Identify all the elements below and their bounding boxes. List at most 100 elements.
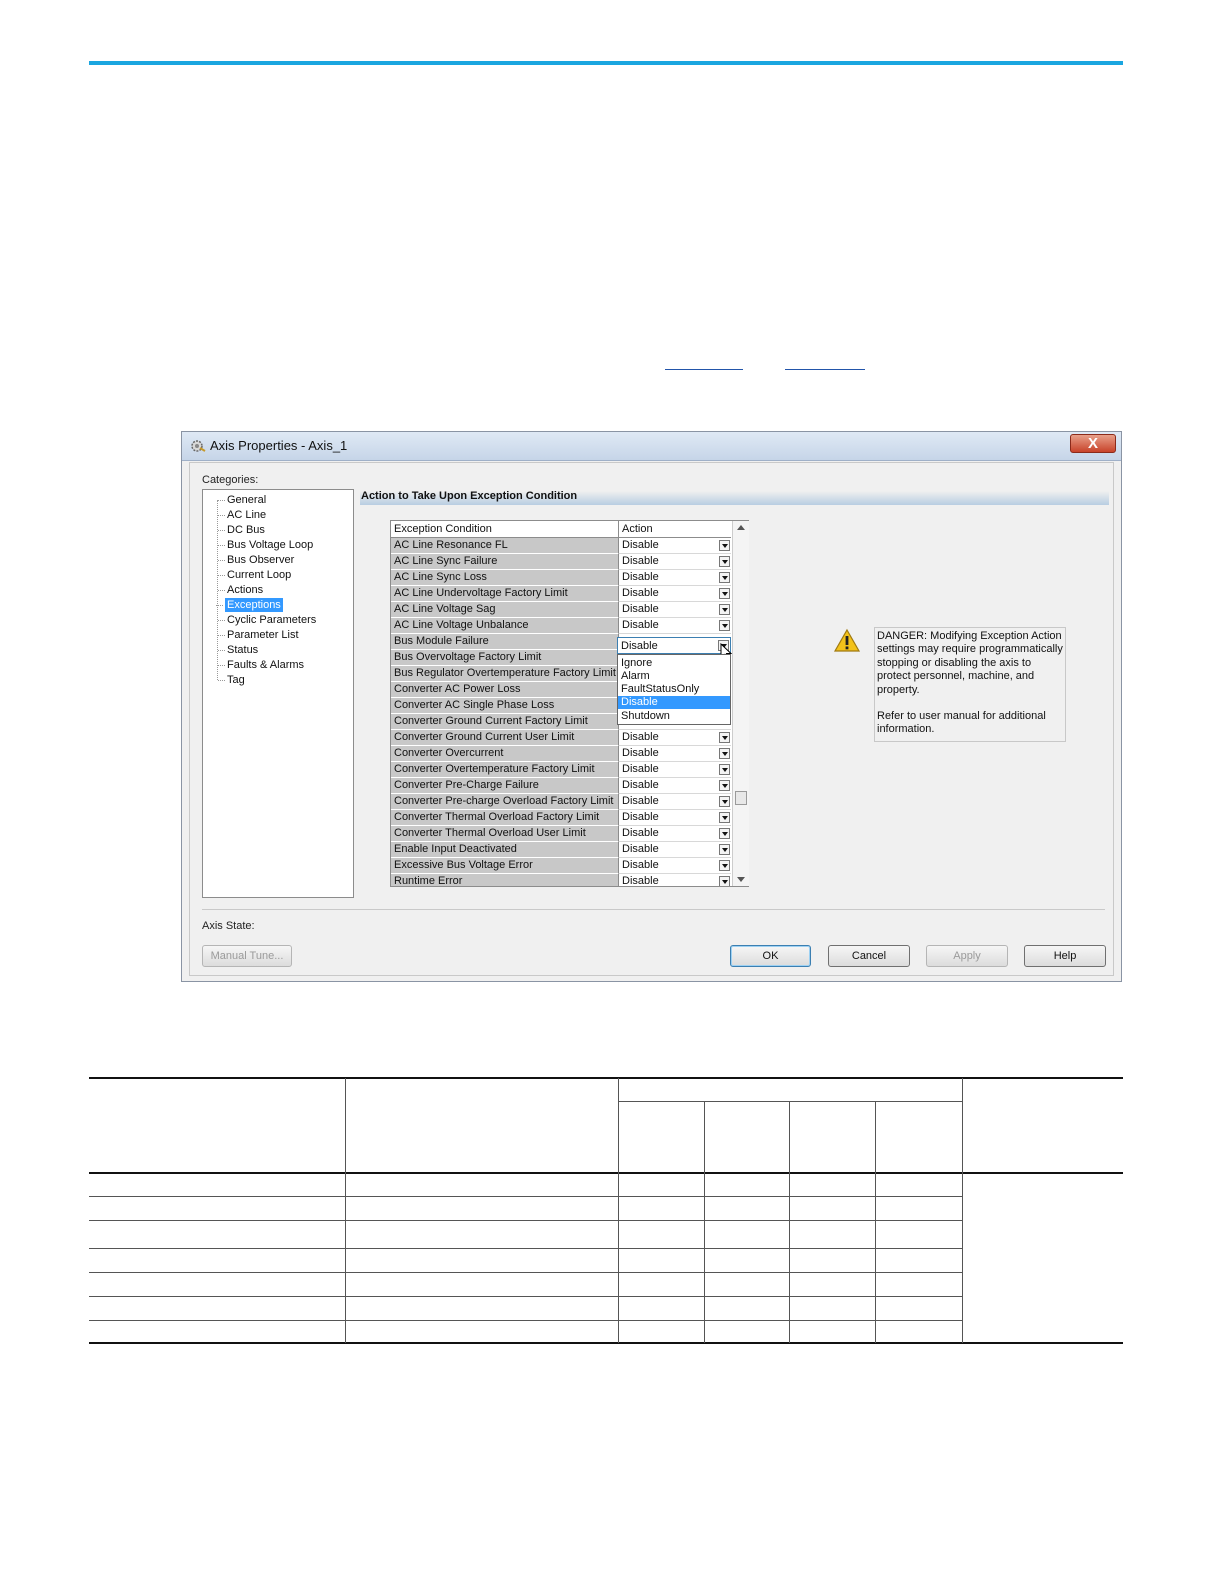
table-row-line bbox=[89, 1296, 962, 1297]
chevron-down-icon[interactable] bbox=[719, 588, 730, 599]
chevron-down-icon[interactable] bbox=[719, 780, 730, 791]
apply-button[interactable]: Apply bbox=[926, 945, 1008, 967]
table-row[interactable]: AC Line Sync Failure Disable bbox=[391, 554, 731, 570]
action-combo[interactable]: Disable bbox=[618, 538, 731, 554]
scroll-down-icon[interactable] bbox=[737, 877, 745, 882]
warning-icon bbox=[833, 628, 861, 652]
title-bar[interactable]: Axis Properties - Axis_1 X bbox=[182, 432, 1121, 461]
categories-tree[interactable]: General AC Line DC Bus Bus Voltage Loop … bbox=[202, 489, 354, 898]
action-combo[interactable]: Disable bbox=[618, 586, 731, 602]
table-row[interactable]: AC Line Voltage Sag Disable bbox=[391, 602, 731, 618]
table-row[interactable]: Runtime Error Disable bbox=[391, 874, 731, 886]
action-combo[interactable]: Disable bbox=[618, 618, 731, 634]
chevron-down-icon[interactable] bbox=[719, 748, 730, 759]
scroll-up-icon[interactable] bbox=[737, 525, 745, 530]
tree-item-cyclic-parameters[interactable]: Cyclic Parameters bbox=[217, 613, 316, 627]
condition-cell: Enable Input Deactivated bbox=[391, 842, 618, 858]
action-combo[interactable]: Disable bbox=[618, 778, 731, 794]
action-combo[interactable]: Disable bbox=[618, 554, 731, 570]
condition-cell: Bus Module Failure bbox=[391, 634, 618, 650]
table-row[interactable]: Converter Thermal Overload User Limit Di… bbox=[391, 826, 731, 842]
tree-item-general[interactable]: General bbox=[217, 493, 266, 507]
tree-item-bus-observer[interactable]: Bus Observer bbox=[217, 553, 294, 567]
action-value: Disable bbox=[622, 779, 659, 791]
table-row[interactable]: Converter Ground Current User Limit Disa… bbox=[391, 730, 731, 746]
action-value: Disable bbox=[622, 827, 659, 839]
table-row[interactable]: Excessive Bus Voltage Error Disable bbox=[391, 858, 731, 874]
ok-button[interactable]: OK bbox=[730, 945, 811, 967]
help-button[interactable]: Help bbox=[1024, 945, 1106, 967]
table-row[interactable]: Converter Overtemperature Factory Limit … bbox=[391, 762, 731, 778]
link-underline-2[interactable] bbox=[785, 369, 865, 370]
action-value: Disable bbox=[622, 811, 659, 823]
action-dropdown-list[interactable]: Ignore Alarm FaultStatusOnly Disable Shu… bbox=[617, 654, 731, 725]
option-shutdown[interactable]: Shutdown bbox=[618, 710, 730, 723]
tree-item-tag[interactable]: Tag bbox=[218, 673, 245, 687]
chevron-down-icon[interactable] bbox=[719, 540, 730, 551]
table-row[interactable]: AC Line Voltage Unbalance Disable bbox=[391, 618, 731, 634]
action-combo[interactable]: Disable bbox=[618, 730, 731, 746]
cancel-button[interactable]: Cancel bbox=[828, 945, 910, 967]
table-row-line bbox=[89, 1220, 962, 1221]
chevron-down-icon[interactable] bbox=[719, 828, 730, 839]
table-row[interactable]: AC Line Resonance FL Disable bbox=[391, 538, 731, 554]
action-value: Disable bbox=[622, 571, 659, 583]
chevron-down-icon[interactable] bbox=[719, 876, 730, 886]
categories-label: Categories: bbox=[202, 474, 259, 486]
chevron-down-icon[interactable] bbox=[719, 860, 730, 871]
tree-item-faults-alarms[interactable]: Faults & Alarms bbox=[217, 658, 304, 672]
action-combo[interactable]: Disable bbox=[618, 826, 731, 842]
table-row[interactable]: AC Line Undervoltage Factory Limit Disab… bbox=[391, 586, 731, 602]
chevron-down-icon[interactable] bbox=[719, 796, 730, 807]
chevron-down-icon[interactable] bbox=[719, 732, 730, 743]
table-row[interactable]: Converter Thermal Overload Factory Limit… bbox=[391, 810, 731, 826]
chevron-down-icon[interactable] bbox=[719, 620, 730, 631]
tree-item-actions[interactable]: Actions bbox=[217, 583, 263, 597]
action-combo[interactable]: Disable bbox=[618, 874, 731, 886]
table-col-line bbox=[704, 1101, 705, 1343]
action-combo[interactable]: Disable bbox=[618, 602, 731, 618]
open-action-combo[interactable]: Disable bbox=[617, 637, 731, 654]
chevron-down-icon[interactable] bbox=[719, 604, 730, 615]
table-row[interactable]: AC Line Sync Loss Disable bbox=[391, 570, 731, 586]
action-combo[interactable]: Disable bbox=[618, 858, 731, 874]
action-combo[interactable]: Disable bbox=[618, 794, 731, 810]
axis-state-label: Axis State: bbox=[202, 920, 255, 932]
table-row[interactable]: Converter Pre-Charge Failure Disable bbox=[391, 778, 731, 794]
action-combo[interactable]: Disable bbox=[618, 810, 731, 826]
chevron-down-icon[interactable] bbox=[719, 764, 730, 775]
column-header-action[interactable]: Action bbox=[618, 521, 731, 538]
close-button[interactable]: X bbox=[1070, 434, 1116, 453]
link-underline-1[interactable] bbox=[665, 369, 743, 370]
option-disable[interactable]: Disable bbox=[618, 696, 730, 709]
action-value: Disable bbox=[622, 763, 659, 775]
condition-cell: Converter Pre-charge Overload Factory Li… bbox=[391, 794, 618, 810]
chevron-down-icon[interactable] bbox=[719, 572, 730, 583]
chevron-down-icon[interactable] bbox=[719, 844, 730, 855]
table-row-line bbox=[89, 1196, 962, 1197]
tree-item-ac-line[interactable]: AC Line bbox=[217, 508, 266, 522]
tree-item-exceptions[interactable]: Exceptions bbox=[216, 598, 283, 612]
table-row[interactable]: Converter Overcurrent Disable bbox=[391, 746, 731, 762]
action-combo[interactable]: Disable bbox=[618, 746, 731, 762]
chevron-down-icon[interactable] bbox=[719, 812, 730, 823]
manual-tune-button[interactable]: Manual Tune... bbox=[202, 945, 292, 967]
action-combo[interactable]: Disable bbox=[618, 570, 731, 586]
column-header-condition[interactable]: Exception Condition bbox=[391, 521, 618, 538]
tree-item-dc-bus[interactable]: DC Bus bbox=[218, 523, 265, 537]
tree-item-parameter-list[interactable]: Parameter List bbox=[218, 628, 299, 642]
table-row[interactable]: Enable Input Deactivated Disable bbox=[391, 842, 731, 858]
tree-item-bus-voltage-loop[interactable]: Bus Voltage Loop bbox=[217, 538, 313, 552]
grid-scrollbar[interactable] bbox=[732, 521, 749, 886]
tree-item-status[interactable]: Status bbox=[217, 643, 258, 657]
scroll-thumb[interactable] bbox=[735, 791, 747, 805]
tree-item-current-loop[interactable]: Current Loop bbox=[217, 568, 291, 582]
table-row[interactable]: Converter Pre-charge Overload Factory Li… bbox=[391, 794, 731, 810]
condition-cell: Converter Thermal Overload Factory Limit bbox=[391, 810, 618, 826]
action-combo[interactable]: Disable bbox=[618, 762, 731, 778]
option-ignore[interactable]: Ignore bbox=[618, 657, 730, 670]
chevron-down-icon[interactable] bbox=[719, 556, 730, 567]
action-combo[interactable]: Disable bbox=[618, 842, 731, 858]
option-faultstatusonly[interactable]: FaultStatusOnly bbox=[618, 683, 730, 696]
option-alarm[interactable]: Alarm bbox=[618, 670, 730, 683]
